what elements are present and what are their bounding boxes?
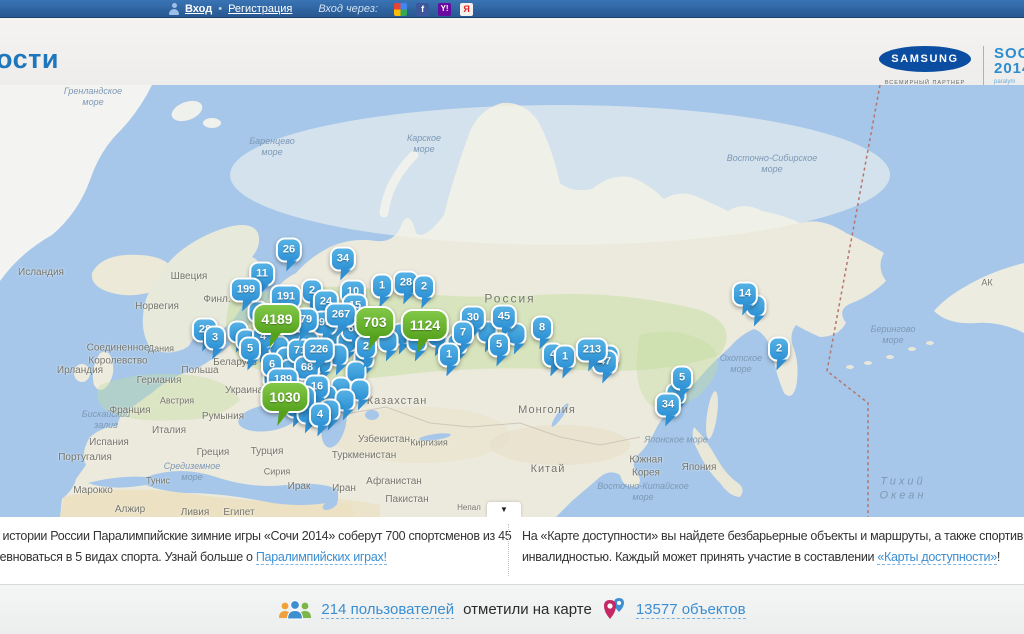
site-header: ости Карта доступностиПаралимпийские игр… xyxy=(0,18,1024,86)
map-cluster-marker[interactable]: 1 xyxy=(554,345,576,370)
paralympic-games-link[interactable]: Паралимпийских играх! xyxy=(256,550,387,565)
google-login-icon[interactable] xyxy=(394,3,407,16)
sochi-info-line2: ревноваться в 5 видах спорта. Узнай боль… xyxy=(0,550,256,564)
sochi-2014-logo: SOCHI 2014 paralym xyxy=(994,46,1024,85)
map-cluster-marker[interactable]: 703 xyxy=(354,306,395,338)
map-cluster-marker[interactable]: 1 xyxy=(438,343,460,368)
footer-action-text: отметили на карте xyxy=(463,601,592,618)
users-group-icon xyxy=(278,599,312,621)
samsung-logo: SAMSUNG xyxy=(879,46,971,72)
map-cluster-marker[interactable]: 1030 xyxy=(260,381,309,413)
map-cluster-marker[interactable]: 5 xyxy=(239,337,261,362)
sochi-info-line1: в истории России Паралимпийские зимние и… xyxy=(0,529,512,543)
map-cluster-marker[interactable]: 213 xyxy=(576,338,608,363)
map-cluster-marker[interactable]: 8 xyxy=(531,316,553,341)
map-landmass-svg xyxy=(0,85,1024,517)
user-icon xyxy=(168,3,180,15)
yahoo-login-icon[interactable]: Y! xyxy=(438,3,451,16)
map-cluster-marker[interactable]: 4189 xyxy=(252,303,301,335)
map-cluster-marker[interactable]: 45 xyxy=(491,305,517,330)
top-login-bar: Вход • Регистрация Вход через: f Y! Я xyxy=(0,0,1024,18)
login-link[interactable]: Вход xyxy=(185,3,212,15)
login-via-label: Вход через: xyxy=(318,3,378,15)
map-cluster-marker[interactable]: 1 xyxy=(371,274,393,299)
users-count-link[interactable]: 214 пользователей xyxy=(321,601,454,619)
access-info-line1: На «Карте доступности» вы найдете безбар… xyxy=(522,529,1024,543)
map-cluster-marker[interactable]: 5 xyxy=(488,333,510,358)
map-cluster-marker[interactable]: 2 xyxy=(768,337,790,362)
chevron-down-icon: ▼ xyxy=(500,505,508,514)
map-cluster-marker[interactable]: 3 xyxy=(204,326,226,351)
info-panel: в истории России Паралимпийские зимние и… xyxy=(0,517,1024,584)
map-cluster-marker[interactable]: 14 xyxy=(732,282,758,307)
map-cluster-marker[interactable]: 7 xyxy=(452,321,474,346)
stats-footer: 214 пользователей отметили на карте 1357… xyxy=(0,584,1024,634)
map-cluster-marker[interactable]: 267 xyxy=(325,303,357,328)
site-logo[interactable]: ости xyxy=(0,44,59,75)
sochi-logo-line1: SOCHI xyxy=(994,46,1024,61)
sochi-info-text: в истории России Паралимпийские зимние и… xyxy=(0,526,512,568)
map-cluster-marker[interactable]: 2 xyxy=(413,275,435,300)
register-link[interactable]: Регистрация xyxy=(228,3,292,15)
map-cluster-marker[interactable]: 34 xyxy=(330,247,356,272)
partner-divider xyxy=(983,46,984,90)
yandex-login-icon[interactable]: Я xyxy=(460,3,473,16)
access-info-line2: инвалидностью. Каждый может принять учас… xyxy=(522,550,877,564)
facebook-login-icon[interactable]: f xyxy=(416,3,429,16)
partner-logos: SAMSUNG ВСЕМИРНЫЙ ПАРТНЕР SOCHI 2014 par… xyxy=(879,46,1024,90)
sochi-logo-line2: 2014 xyxy=(994,61,1024,76)
panel-divider xyxy=(508,524,509,576)
map-cluster-marker[interactable]: 34 xyxy=(655,393,681,418)
map-cluster-marker[interactable]: 199 xyxy=(230,278,262,303)
map-cluster-marker[interactable]: 4 xyxy=(309,403,331,428)
objects-count-link[interactable]: 13577 объектов xyxy=(636,601,746,619)
separator-dot: • xyxy=(218,3,222,15)
access-map-link[interactable]: «Карты доступности» xyxy=(877,550,997,565)
panel-collapse-button[interactable]: ▼ xyxy=(487,502,521,517)
map-cluster-marker[interactable]: 26 xyxy=(276,238,302,263)
map-pins-icon xyxy=(601,596,627,623)
access-map-info-text: На «Карте доступности» вы найдете безбар… xyxy=(522,526,1024,568)
map-cluster-marker[interactable]: 1124 xyxy=(401,309,449,341)
map-cluster-marker[interactable]: 5 xyxy=(671,366,693,391)
map-cluster-marker[interactable]: 226 xyxy=(303,338,335,363)
access-info-suffix: ! xyxy=(997,550,1000,564)
map-canvas[interactable]: Гренландское мореБаренцево мореКарское м… xyxy=(0,85,1024,517)
